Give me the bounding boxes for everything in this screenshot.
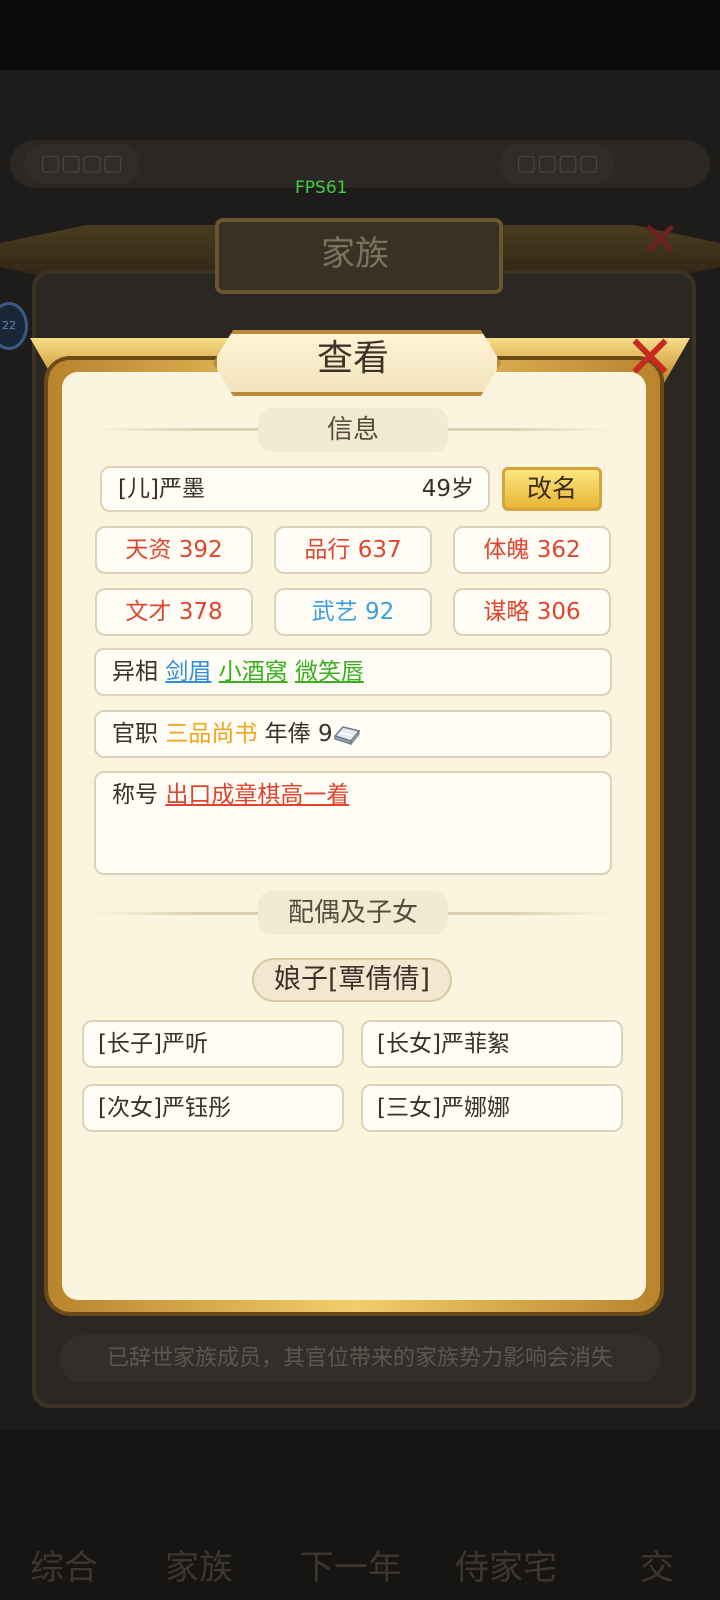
family-footer-note: 已辞世家族成员，其官位带来的家族势力影响会消失 xyxy=(60,1335,660,1383)
background-chip: ▢▢▢▢ xyxy=(24,144,140,184)
nav-item-family: 家族 xyxy=(165,1548,233,1588)
trait-tag[interactable]: 微笑唇 xyxy=(295,659,364,685)
nav-item-next-year: 下一年 xyxy=(300,1548,402,1588)
stat-martial: 武艺 92 xyxy=(274,588,432,636)
child-item[interactable]: [长子]严听 xyxy=(82,1020,344,1068)
stat-talent: 天资 392 xyxy=(95,526,253,574)
silver-ingot-icon xyxy=(333,725,360,746)
titles-line: 称号 出口成章棋高一着 xyxy=(112,778,349,812)
child-item[interactable]: [次女]严钰彤 xyxy=(82,1084,344,1132)
family-panel-title: 家族 xyxy=(321,234,389,274)
member-age: 49岁 xyxy=(421,476,474,502)
office-line: 官职 三品尚书 年俸 9 xyxy=(112,710,361,758)
member-name: [儿]严墨 xyxy=(118,476,205,502)
nav-item-comprehensive: 综合 xyxy=(30,1548,98,1588)
stat-strategy: 谋略 306 xyxy=(453,588,611,636)
rename-button[interactable]: 改名 xyxy=(502,467,602,511)
salary-value: 9 xyxy=(317,721,333,747)
title-tag[interactable]: 出口成章 xyxy=(165,782,257,808)
titles-label: 称号 xyxy=(112,782,158,808)
stat-literary: 文才 378 xyxy=(95,588,253,636)
info-section-label: 信息 xyxy=(258,408,448,452)
background-chip: ▢▢▢▢ xyxy=(500,144,616,184)
nav-item-more: 交 xyxy=(640,1548,674,1588)
office-label: 官职 xyxy=(112,721,158,747)
child-item[interactable]: [长女]严菲絮 xyxy=(361,1020,623,1068)
fps-counter: FPS61 xyxy=(295,178,348,198)
dialog-title: 查看 xyxy=(316,338,389,379)
office-rank: 三品尚书 xyxy=(165,721,258,747)
spouse-name[interactable]: 娘子[覃倩倩] xyxy=(252,958,452,1002)
family-section-label: 配偶及子女 xyxy=(258,891,448,935)
child-item[interactable]: [三女]严娜娜 xyxy=(361,1084,623,1132)
nav-item-house: 侍家宅 xyxy=(455,1548,557,1588)
trait-tag[interactable]: 剑眉 xyxy=(165,659,211,685)
salary-label: 年俸 xyxy=(264,721,311,747)
close-icon[interactable]: ✕ xyxy=(620,325,680,391)
family-close-icon: ✕ xyxy=(640,212,681,268)
stat-physique: 体魄 362 xyxy=(453,526,611,574)
traits-line: 异相 剑眉 小酒窝 微笑唇 xyxy=(112,648,364,696)
traits-label: 异相 xyxy=(112,659,158,685)
stat-conduct: 品行 637 xyxy=(274,526,432,574)
title-tag[interactable]: 棋高一着 xyxy=(257,782,349,808)
trait-tag[interactable]: 小酒窝 xyxy=(219,659,288,685)
